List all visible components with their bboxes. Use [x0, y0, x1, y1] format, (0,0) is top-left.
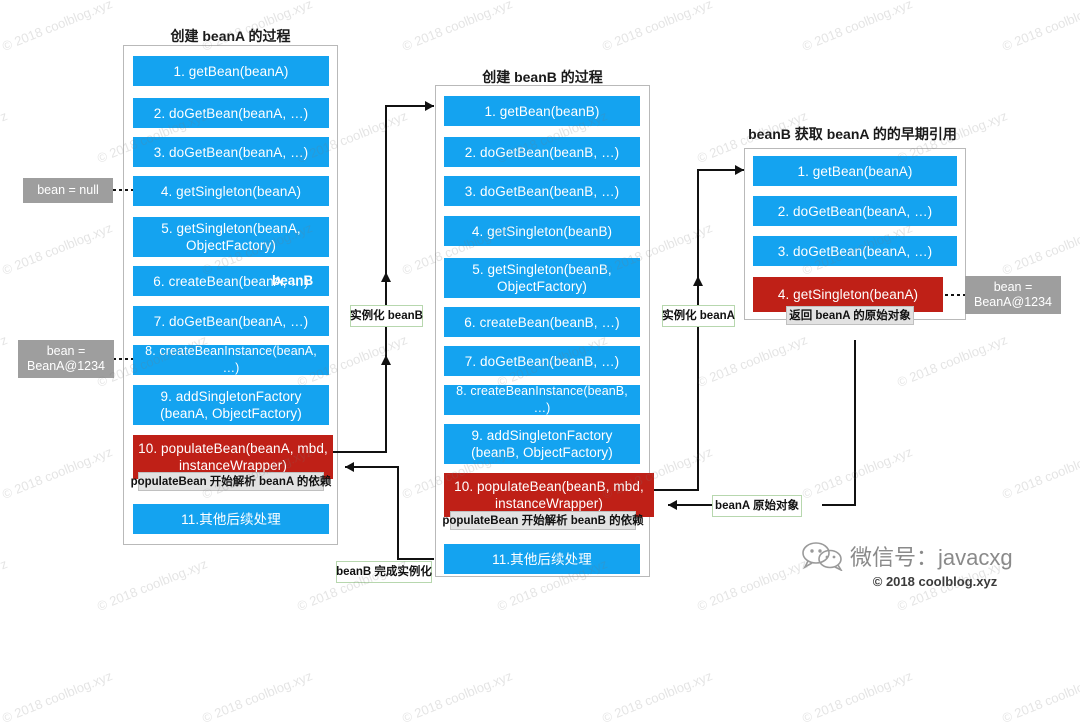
watermark-text: © 2018 coolblog.xyz	[800, 668, 915, 726]
copyright-text: © 2018 coolblog.xyz	[872, 574, 998, 589]
note-beanA-populate: populateBean 开始解析 beanA 的依赖	[131, 472, 331, 491]
value-label-text: bean = BeanA@1234	[969, 280, 1057, 310]
watermark-text: © 2018 coolblog.xyz	[400, 668, 515, 726]
note-beanB-populate: populateBean 开始解析 beanB 的依赖	[442, 511, 644, 530]
edge-label-beana-raw-object: beanA 原始对象	[712, 495, 802, 517]
diagram-canvas: 创建 beanA 的过程 1. getBean(beanA) 2. doGetB…	[0, 0, 1080, 726]
note-early-return: 返回 beanA 的原始对象	[786, 306, 914, 325]
value-label-text: bean = BeanA@1234	[22, 344, 110, 374]
edge-label-instantiate-beana: 实例化 beanA	[662, 305, 735, 327]
watermark-text: © 2018 coolblog.xyz	[0, 668, 115, 726]
value-label-text: bean = null	[37, 183, 99, 197]
arrowhead-midA2	[381, 355, 391, 365]
arrowhead-early1	[735, 165, 744, 175]
watermark-text: © 2018 coolblog.xyz	[600, 668, 715, 726]
arrowhead-beanB10	[668, 500, 677, 510]
wechat-id: 微信号：javacxg	[850, 545, 1013, 570]
value-label-line2: BeanA@1234	[26, 359, 106, 373]
value-label-line1: bean =	[993, 280, 1033, 294]
wechat-icon	[802, 542, 843, 571]
footer-brand: 微信号：javacxg © 2018 coolblog.xyz	[800, 540, 1070, 589]
value-label-bean-null: bean = null	[23, 178, 113, 203]
value-label-line2: BeanA@1234	[973, 295, 1053, 309]
connector-beanB11-to-beanA10	[345, 466, 434, 560]
watermark-text: © 2018 coolblog.xyz	[200, 668, 315, 726]
value-label-line1: bean =	[46, 344, 86, 358]
value-label-bean-ref-right: bean = BeanA@1234	[965, 276, 1061, 314]
arrowhead-beanB1	[425, 101, 434, 111]
watermark-text: © 2018 coolblog.xyz	[1000, 668, 1080, 726]
connector-beanB10-to-early1	[654, 169, 744, 491]
arrowhead-midA	[381, 272, 391, 282]
edge-label-instantiate-beanb: 实例化 beanB	[350, 305, 423, 327]
brand-row: 微信号：javacxg	[800, 540, 1070, 572]
value-label-bean-ref-left: bean = BeanA@1234	[18, 340, 114, 378]
arrowhead-midB	[693, 276, 703, 286]
connector-early-to-beanB10	[822, 340, 856, 506]
edge-label-beanb-finished: beanB 完成实例化	[336, 561, 432, 583]
arrowhead-beanA10	[345, 462, 354, 472]
